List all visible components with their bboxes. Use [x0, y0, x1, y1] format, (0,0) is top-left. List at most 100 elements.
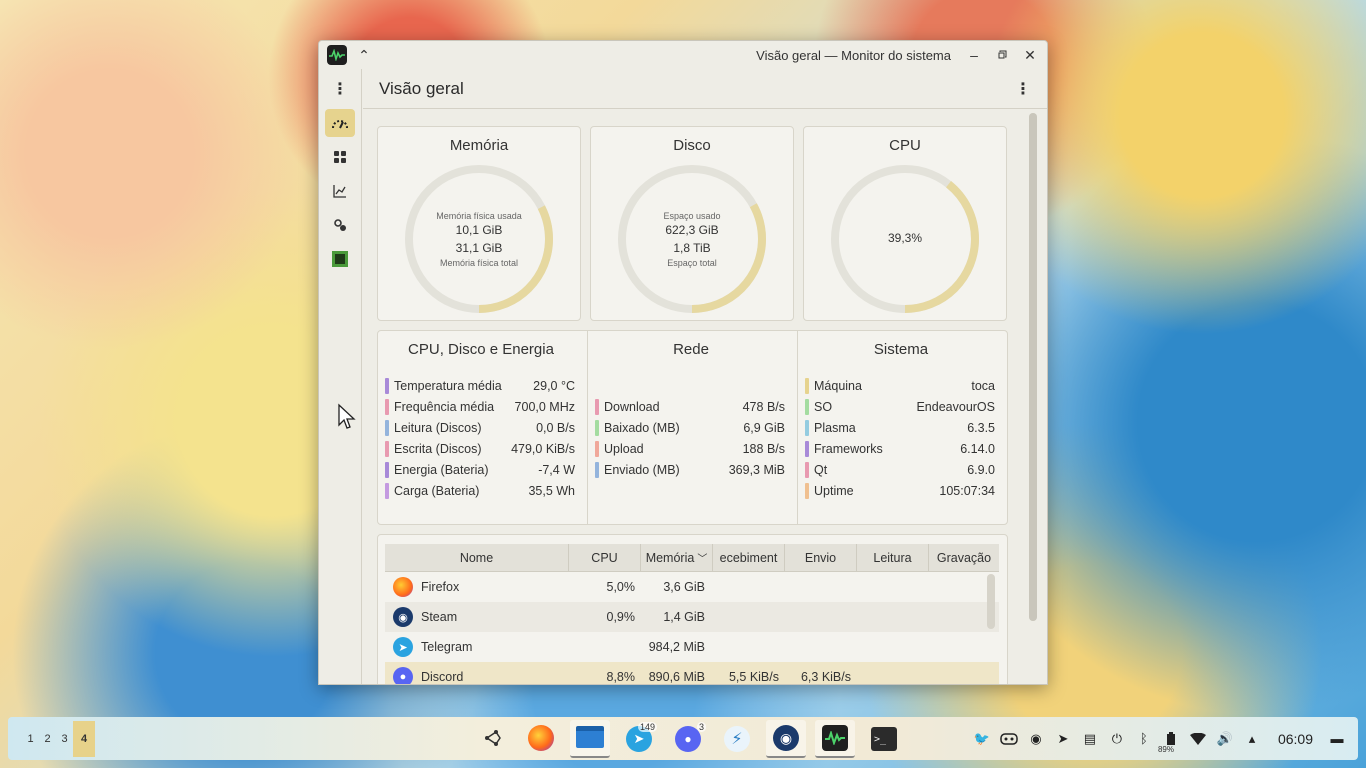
- sidebar-item-hardware[interactable]: [325, 245, 355, 273]
- task-telegram[interactable]: ➤ 149: [619, 720, 659, 758]
- system-monitor-icon: [822, 725, 848, 751]
- process-row[interactable]: ➤ Telegram 984,2 MiB: [385, 632, 999, 662]
- info-row: Leitura (Discos) 0,0 B/s: [385, 417, 575, 438]
- info-row: Baixado (MB) 6,9 GiB: [595, 417, 785, 438]
- column-memory[interactable]: Memória ﹀: [641, 544, 713, 571]
- process-send-cell: 6,3 KiB/s: [800, 670, 851, 684]
- process-name-cell: Firefox: [385, 577, 569, 597]
- git-icon: [481, 727, 503, 752]
- color-indicator: [805, 398, 809, 415]
- column-name[interactable]: Nome: [385, 544, 569, 571]
- memory-total-value: 31,1 GiB: [455, 241, 503, 255]
- terminal-icon: >_: [871, 727, 897, 751]
- column-write[interactable]: Gravação: [929, 544, 999, 571]
- info-row-label: Frameworks: [814, 441, 883, 456]
- task-steam[interactable]: ◉: [766, 720, 806, 758]
- show-desktop-icon[interactable]: ▬: [1328, 730, 1346, 748]
- process-scrollbar[interactable]: [987, 574, 995, 629]
- column-received[interactable]: ecebiment: [713, 544, 785, 571]
- column-sent[interactable]: Envio: [785, 544, 857, 571]
- page-scrollbar[interactable]: [1029, 113, 1037, 621]
- maximize-button[interactable]: [991, 44, 1013, 66]
- tray-bird-icon[interactable]: 🐦: [973, 730, 991, 748]
- info-row-label: Download: [604, 399, 660, 414]
- process-panel: Nome CPU Memória ﹀ ecebiment Envio Leitu…: [377, 534, 1008, 684]
- page-menu-icon[interactable]: ⋮: [1015, 79, 1031, 99]
- network-section: Rede Download 478 B/s Baixado (MB) 6,9 GiB U…: [587, 331, 797, 524]
- process-row[interactable]: Firefox 5,0% 3,6 GiB: [385, 572, 999, 602]
- process-name: Discord: [421, 670, 464, 684]
- desktop-1[interactable]: 1: [22, 721, 39, 757]
- tray-expand-icon[interactable]: ▴: [1243, 730, 1261, 748]
- info-row-label: Uptime: [814, 483, 854, 498]
- task-system-monitor[interactable]: [815, 720, 855, 758]
- tray-power-icon[interactable]: ⏻: [1108, 730, 1126, 748]
- info-panel: CPU, Disco e Energia Temperatura média 29…: [377, 330, 1008, 525]
- sidebar-menu-icon[interactable]: ⋮: [319, 69, 361, 109]
- sidebar-item-history[interactable]: [325, 177, 355, 205]
- system-rows: Máquina toca SO EndeavourOS Plasma 6.3.5 Frame…: [805, 375, 995, 501]
- tray-discord-icon[interactable]: [1000, 730, 1018, 748]
- info-row-value: 6.14.0: [960, 441, 995, 456]
- tray-battery-icon[interactable]: 89%: [1158, 730, 1180, 754]
- sidebar-item-overview[interactable]: [325, 109, 355, 137]
- process-table: Nome CPU Memória ﹀ ecebiment Envio Leitu…: [385, 544, 999, 684]
- memory-gauge: [405, 165, 553, 313]
- process-name-cell: ◉ Steam: [385, 607, 569, 627]
- disk-used-value: 622,3 GiB: [665, 223, 719, 237]
- keep-above-icon[interactable]: ⌃: [353, 44, 375, 66]
- sidebar-item-processes[interactable]: [325, 211, 355, 239]
- titlebar[interactable]: ⌃ Visão geral — Monitor do sistema – ✕: [319, 41, 1047, 69]
- chip-icon: [332, 251, 348, 267]
- info-row: Uptime 105:07:34: [805, 480, 995, 501]
- close-button[interactable]: ✕: [1019, 44, 1041, 66]
- disk-card-title: Disco: [673, 137, 711, 154]
- tray-clipboard-icon[interactable]: ▤: [1081, 730, 1099, 748]
- desktop-2[interactable]: 2: [39, 721, 56, 757]
- info-row: Qt 6.9.0: [805, 459, 995, 480]
- task-discord[interactable]: ● 3: [668, 720, 708, 758]
- info-row-value: 369,3 MiB: [728, 462, 785, 477]
- task-files[interactable]: [570, 720, 610, 758]
- task-git[interactable]: [472, 720, 512, 758]
- tray-bluetooth-icon[interactable]: ᛒ: [1135, 730, 1153, 748]
- color-indicator: [385, 440, 389, 457]
- disk-used-label: Espaço usado: [663, 211, 721, 221]
- color-indicator: [595, 419, 599, 436]
- tray-steam-icon[interactable]: ◉: [1027, 730, 1045, 748]
- process-row[interactable]: ● Discord 8,8% 890,6 MiB 5,5 KiB/s 6,3 KiB/s: [385, 662, 999, 684]
- task-terminal[interactable]: >_: [864, 720, 904, 758]
- overview-content: Memória Memória física usada 10,1 GiB 31…: [377, 126, 1008, 684]
- process-cpu-cell: 5,0%: [606, 580, 636, 594]
- tray-telegram-icon[interactable]: ➤: [1054, 730, 1072, 748]
- sort-descending-icon: ﹀: [697, 554, 708, 565]
- info-row-label: Energia (Bateria): [394, 462, 489, 477]
- info-row: Upload 188 B/s: [595, 438, 785, 459]
- color-indicator: [805, 440, 809, 457]
- process-recv-cell: 5,5 KiB/s: [728, 670, 779, 684]
- process-row[interactable]: ◉ Steam 0,9% 1,4 GiB: [385, 602, 999, 632]
- clock[interactable]: 06:09: [1278, 731, 1313, 747]
- column-cpu[interactable]: CPU: [569, 544, 641, 571]
- task-firefox[interactable]: [521, 720, 561, 758]
- info-row: Temperatura média 29,0 °C: [385, 375, 575, 396]
- info-row: Carga (Bateria) 35,5 Wh: [385, 480, 575, 501]
- process-name: Steam: [421, 610, 458, 624]
- info-row-label: Frequência média: [394, 399, 495, 414]
- process-cpu-cell: 8,8%: [606, 670, 636, 684]
- tray-volume-icon[interactable]: 🔊: [1216, 730, 1234, 748]
- page-scrollbar-thumb[interactable]: [1029, 113, 1037, 621]
- sidebar-item-applications[interactable]: [325, 143, 355, 171]
- color-indicator: [805, 482, 809, 499]
- info-row-label: Upload: [604, 441, 644, 456]
- tray-wifi-icon[interactable]: [1189, 730, 1207, 748]
- column-read[interactable]: Leitura: [857, 544, 929, 571]
- info-row: SO EndeavourOS: [805, 396, 995, 417]
- minimize-button[interactable]: –: [963, 44, 985, 66]
- info-row-label: Baixado (MB): [604, 420, 680, 435]
- task-kdeconnect[interactable]: ⚡: [717, 720, 757, 758]
- system-monitor-app-icon[interactable]: [327, 45, 347, 65]
- speedometer-icon: [332, 120, 348, 129]
- desktop-3[interactable]: 3: [56, 721, 73, 757]
- desktop-4[interactable]: 4: [73, 720, 95, 757]
